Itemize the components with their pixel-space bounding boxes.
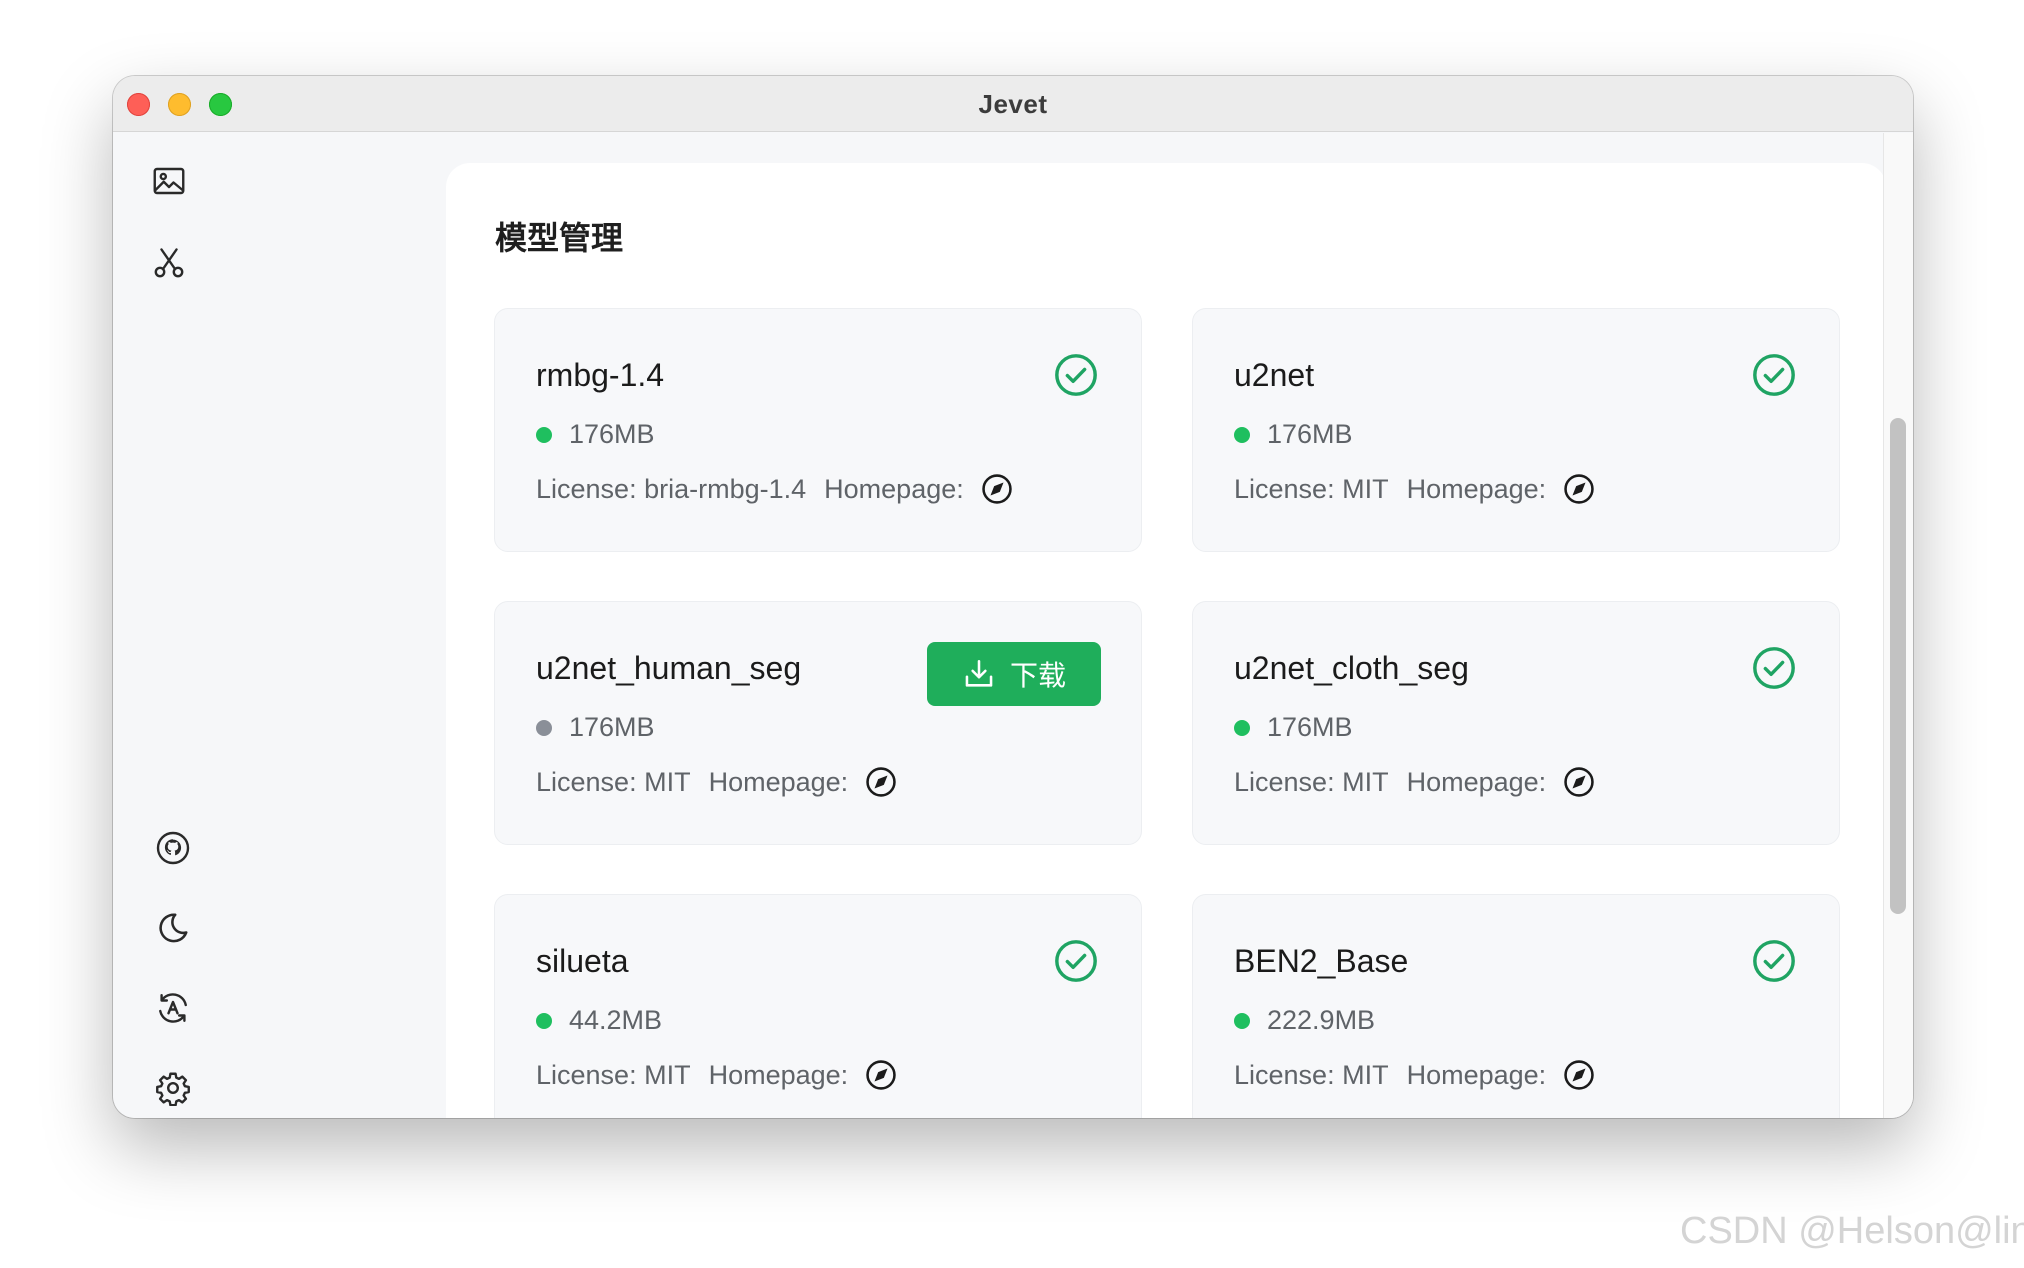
compass-icon[interactable] xyxy=(864,1058,898,1092)
download-label: 下载 xyxy=(1009,660,1066,691)
model-name: u2net_cloth_seg xyxy=(1234,650,1469,686)
license-value: MIT xyxy=(644,766,691,797)
model-card-u2net: u2net 176MB License: MIT Homepage: xyxy=(1192,308,1840,552)
status-dot xyxy=(1234,1012,1250,1029)
language-icon xyxy=(159,993,187,1023)
main-content: 模型管理 rmbg-1.4 176MB License: bria-rmbg-1… xyxy=(225,133,1913,1118)
license-value: MIT xyxy=(1342,1059,1389,1090)
compass-icon[interactable] xyxy=(1562,765,1596,799)
compass-icon[interactable] xyxy=(1562,1058,1596,1092)
model-meta: License: MIT Homepage: xyxy=(536,1058,898,1092)
sidebar-item-cutout[interactable] xyxy=(149,243,189,283)
status-dot xyxy=(536,1012,552,1029)
model-size: 176MB xyxy=(1234,712,1353,743)
page-title: 模型管理 xyxy=(495,220,624,256)
check-circle-icon xyxy=(1753,647,1795,689)
moon-icon xyxy=(159,913,188,943)
license-value: bria-rmbg-1.4 xyxy=(644,473,807,504)
model-size: 176MB xyxy=(536,419,655,450)
model-name: BEN2_Base xyxy=(1234,943,1409,979)
model-management-panel: 模型管理 rmbg-1.4 176MB License: bria-rmbg-1… xyxy=(446,163,1886,1118)
model-size: 176MB xyxy=(1234,419,1353,450)
scrollbar-thumb[interactable] xyxy=(1890,418,1906,914)
compass-icon[interactable] xyxy=(1562,472,1596,506)
sidebar-item-github[interactable] xyxy=(153,828,193,868)
gear-icon xyxy=(156,1072,190,1106)
model-meta: License: MIT Homepage: xyxy=(1234,765,1596,799)
model-name: u2net xyxy=(1234,357,1315,393)
model-card-u2net-human-seg: u2net_human_seg 下载 176MB License: MIT Ho… xyxy=(494,601,1142,845)
compass-icon[interactable] xyxy=(980,472,1014,506)
github-icon xyxy=(156,831,190,865)
image-icon xyxy=(153,167,185,195)
scrollbar-track[interactable] xyxy=(1883,133,1913,1118)
sidebar-item-theme[interactable] xyxy=(153,908,193,948)
status-dot xyxy=(536,426,552,443)
check-circle-icon xyxy=(1055,354,1097,396)
scissors-icon xyxy=(154,248,184,278)
model-card-u2net-cloth-seg: u2net_cloth_seg 176MB License: MIT Homep… xyxy=(1192,601,1840,845)
status-dot xyxy=(536,719,552,736)
model-meta: License: bria-rmbg-1.4 Homepage: xyxy=(536,472,1014,506)
model-name: silueta xyxy=(536,943,629,979)
app-window: Jevet 模型管理 rmbg-1.4 176MB License: bria-… xyxy=(113,76,1913,1118)
sidebar-item-settings[interactable] xyxy=(153,1068,193,1108)
watermark: CSDN @Helson@lin xyxy=(1680,1210,2024,1252)
download-icon xyxy=(965,659,993,687)
model-meta: License: MIT Homepage: xyxy=(1234,1058,1596,1092)
model-meta: License: MIT Homepage: xyxy=(1234,472,1596,506)
sidebar-item-image[interactable] xyxy=(149,161,189,201)
license-value: MIT xyxy=(1342,766,1389,797)
license-value: MIT xyxy=(644,1059,691,1090)
model-name: rmbg-1.4 xyxy=(536,357,665,393)
model-card-ben2-base: BEN2_Base 222.9MB License: MIT Homepage: xyxy=(1192,894,1840,1118)
model-name: u2net_human_seg xyxy=(536,650,802,686)
model-size: 44.2MB xyxy=(536,1005,662,1036)
check-circle-icon xyxy=(1055,940,1097,982)
model-size: 176MB xyxy=(536,712,655,743)
model-card-silueta: silueta 44.2MB License: MIT Homepage: xyxy=(494,894,1142,1118)
model-card-rmbg-1.4: rmbg-1.4 176MB License: bria-rmbg-1.4 Ho… xyxy=(494,308,1142,552)
download-button[interactable]: 下载 xyxy=(927,642,1101,706)
model-meta: License: MIT Homepage: xyxy=(536,765,898,799)
compass-icon[interactable] xyxy=(864,765,898,799)
titlebar: Jevet xyxy=(113,76,1913,132)
license-value: MIT xyxy=(1342,473,1389,504)
check-circle-icon xyxy=(1753,354,1795,396)
status-dot xyxy=(1234,719,1250,736)
sidebar-item-language[interactable] xyxy=(153,988,193,1028)
status-dot xyxy=(1234,426,1250,443)
window-title: Jevet xyxy=(978,89,1048,119)
screenshot: Jevet 模型管理 rmbg-1.4 176MB License: bria-… xyxy=(0,0,2024,1268)
check-circle-icon xyxy=(1753,940,1795,982)
sidebar xyxy=(113,133,225,1118)
model-size: 222.9MB xyxy=(1234,1005,1375,1036)
